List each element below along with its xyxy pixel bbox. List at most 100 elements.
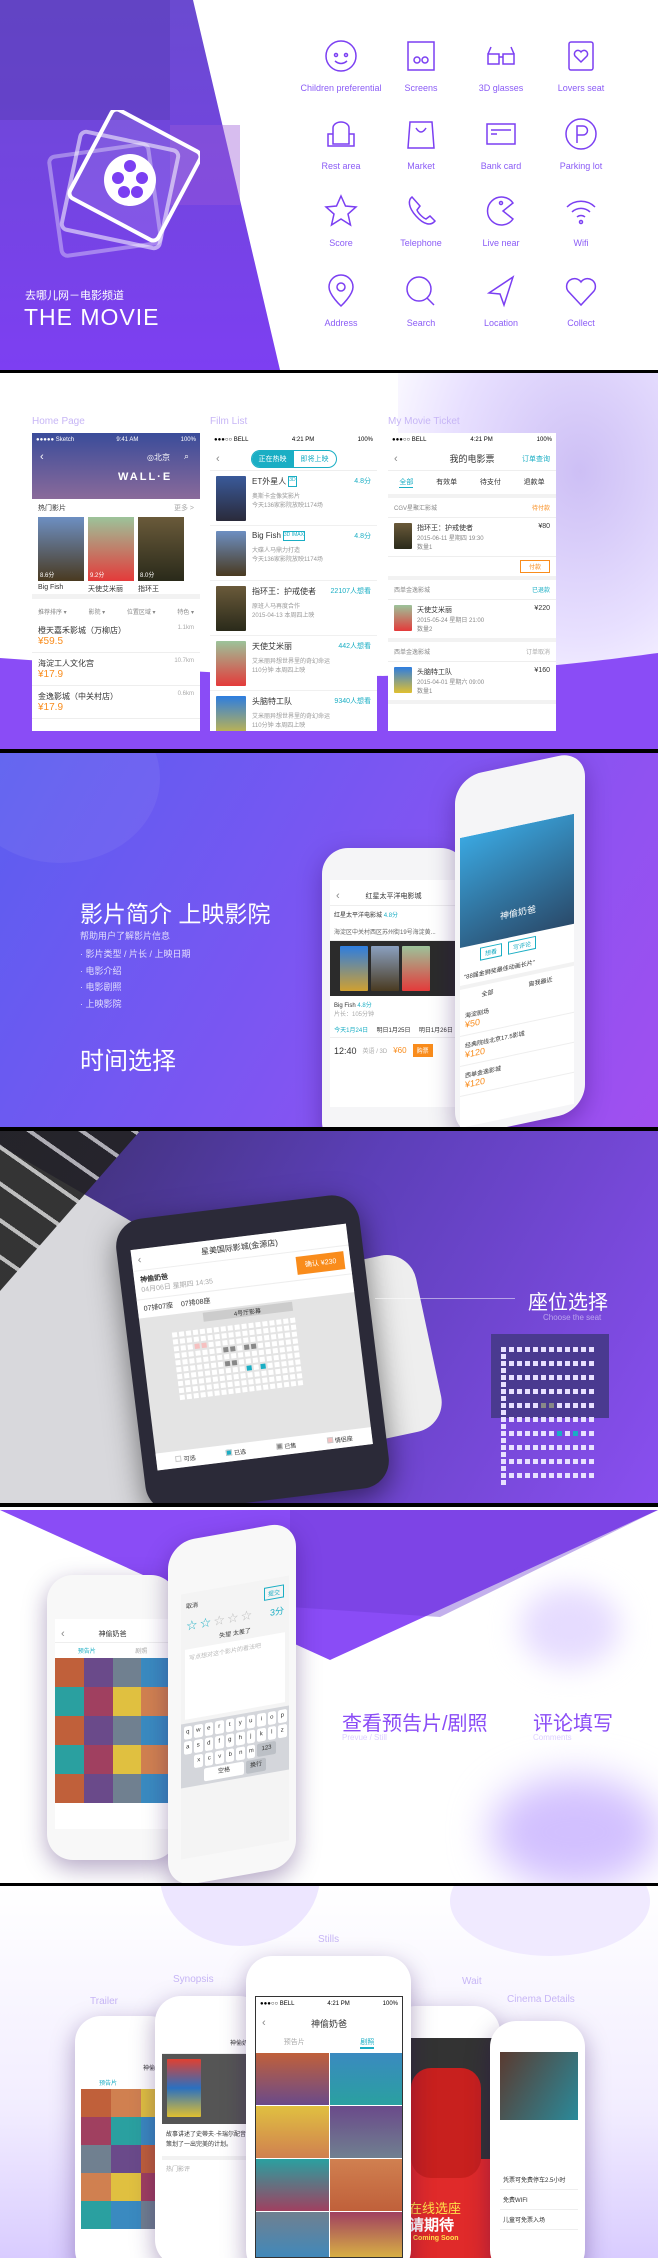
trailer-thumbnail[interactable]	[111, 2173, 141, 2201]
seat[interactable]	[214, 1333, 220, 1340]
seat[interactable]	[276, 1326, 283, 1332]
seat[interactable]	[182, 1359, 188, 1365]
seat[interactable]	[255, 1378, 261, 1384]
seat[interactable]	[176, 1373, 183, 1380]
keyboard-key[interactable]: y	[236, 1716, 245, 1731]
trailer-thumbnail[interactable]	[81, 2145, 111, 2173]
keyboard-key[interactable]: s	[194, 1738, 203, 1754]
keyboard-key[interactable]: p	[278, 1708, 287, 1724]
still-thumbnail[interactable]	[112, 1716, 142, 1745]
star-icon[interactable]: ☆	[186, 1617, 198, 1635]
seat[interactable]	[244, 1351, 251, 1357]
seat[interactable]	[253, 1364, 259, 1370]
seat[interactable]	[207, 1391, 213, 1397]
seat[interactable]	[267, 1362, 273, 1369]
seat[interactable]	[241, 1379, 247, 1386]
filter-dropdown[interactable]: 位置区域 ▾	[127, 607, 156, 616]
tab-trailer[interactable]: 预告片	[78, 1646, 96, 1655]
seat[interactable]	[227, 1381, 233, 1388]
keyboard-key[interactable]: b	[225, 1748, 235, 1763]
seat[interactable]	[199, 1328, 206, 1335]
keyboard-key[interactable]: g	[225, 1733, 234, 1748]
keyboard-key[interactable]: q	[183, 1725, 192, 1741]
still-thumbnail[interactable]	[112, 1745, 142, 1774]
seat[interactable]	[186, 1393, 193, 1400]
seat[interactable]	[213, 1383, 219, 1389]
seat[interactable]	[221, 1389, 227, 1396]
seat[interactable]	[256, 1328, 262, 1335]
seat[interactable]	[228, 1332, 234, 1338]
seat[interactable]	[172, 1339, 179, 1345]
seat[interactable]	[257, 1342, 264, 1349]
seat[interactable]	[185, 1330, 192, 1336]
film-row[interactable]: Big Fish 3D IMAX 4.8分 大碟人马鼎力打造 今天136家影院放映117…	[210, 526, 377, 581]
still-thumbnail[interactable]	[83, 1774, 113, 1803]
seat[interactable]	[291, 1331, 298, 1338]
seat[interactable]	[287, 1353, 293, 1359]
seat[interactable]	[279, 1347, 286, 1353]
tab-now-showing[interactable]: 正在热映	[251, 450, 294, 467]
date-tab[interactable]: 今天1月24日	[334, 1025, 368, 1034]
seat[interactable]	[180, 1345, 187, 1351]
seat[interactable]	[202, 1349, 208, 1356]
ticket-tab[interactable]: 有效单	[436, 477, 457, 488]
trailer-thumbnail[interactable]	[111, 2201, 141, 2229]
seat[interactable]	[204, 1370, 211, 1376]
seat[interactable]	[258, 1349, 265, 1356]
seat[interactable]	[226, 1374, 233, 1381]
keyboard-key[interactable]: k	[257, 1727, 266, 1743]
comment-textarea[interactable]: 写点想对这个影片的看法吧	[185, 1632, 285, 1720]
seat[interactable]	[179, 1338, 186, 1344]
seat[interactable]	[214, 1390, 220, 1396]
seat[interactable]	[296, 1373, 303, 1379]
keyboard-num-key[interactable]: 123	[257, 1740, 276, 1758]
seat[interactable]	[249, 1329, 255, 1336]
ticket-tab[interactable]: 全部	[399, 477, 414, 488]
seat[interactable]	[297, 1380, 304, 1386]
seat[interactable]	[280, 1354, 286, 1360]
seat[interactable]	[269, 1327, 276, 1333]
seat[interactable]	[223, 1346, 229, 1353]
seat[interactable]	[210, 1362, 217, 1369]
seat[interactable]	[289, 1317, 296, 1324]
keyboard-key[interactable]: n	[236, 1746, 245, 1761]
seat[interactable]	[209, 1348, 215, 1355]
seat[interactable]	[206, 1384, 213, 1390]
filter-dropdown[interactable]: 特色 ▾	[177, 607, 194, 616]
seat[interactable]	[176, 1366, 182, 1373]
back-icon[interactable]: ‹	[137, 1253, 142, 1265]
seat[interactable]	[262, 1384, 269, 1390]
seat[interactable]	[276, 1382, 283, 1389]
trailer-thumbnail[interactable]	[111, 2089, 141, 2117]
order-card[interactable]: 西单金逸影城 订单取消 头脑特工队 ¥160 2015-04-01 星期六 09:00 数…	[388, 642, 556, 704]
keyboard-key[interactable]: a	[183, 1740, 192, 1756]
seat[interactable]	[232, 1366, 239, 1373]
tab-stills[interactable]: 剧照	[135, 1646, 147, 1655]
seat[interactable]	[282, 1367, 288, 1374]
still-thumbnail[interactable]	[83, 1745, 113, 1774]
trailer-thumbnail[interactable]	[111, 2145, 141, 2173]
still-thumbnail[interactable]	[329, 2159, 402, 2211]
keyboard-key[interactable]: l	[267, 1725, 276, 1741]
seat[interactable]	[281, 1360, 287, 1367]
film-card[interactable]: 8.0分 指环王	[138, 517, 184, 594]
ticket-tab[interactable]: 退款单	[524, 477, 545, 488]
seat[interactable]	[248, 1322, 254, 1329]
filter-dropdown[interactable]: 离我最近	[528, 974, 552, 988]
still-thumbnail[interactable]	[112, 1687, 142, 1716]
still-thumbnail[interactable]	[329, 2106, 402, 2158]
seat[interactable]	[265, 1348, 272, 1355]
filter-dropdown[interactable]: 推荐排序 ▾	[38, 607, 67, 616]
date-tab[interactable]: 明日1月25日	[376, 1025, 410, 1034]
seat[interactable]	[290, 1324, 297, 1331]
seat[interactable]	[227, 1325, 234, 1331]
still-thumbnail[interactable]	[141, 1658, 170, 1687]
seat[interactable]	[194, 1343, 200, 1349]
seat[interactable]	[288, 1360, 294, 1366]
ticket-tab[interactable]: 待支付	[480, 477, 501, 488]
still-thumbnail[interactable]	[329, 2053, 402, 2105]
seat[interactable]	[238, 1359, 245, 1365]
seat[interactable]	[239, 1366, 246, 1372]
seat[interactable]	[294, 1352, 300, 1358]
keyboard-key[interactable]: i	[257, 1712, 266, 1728]
